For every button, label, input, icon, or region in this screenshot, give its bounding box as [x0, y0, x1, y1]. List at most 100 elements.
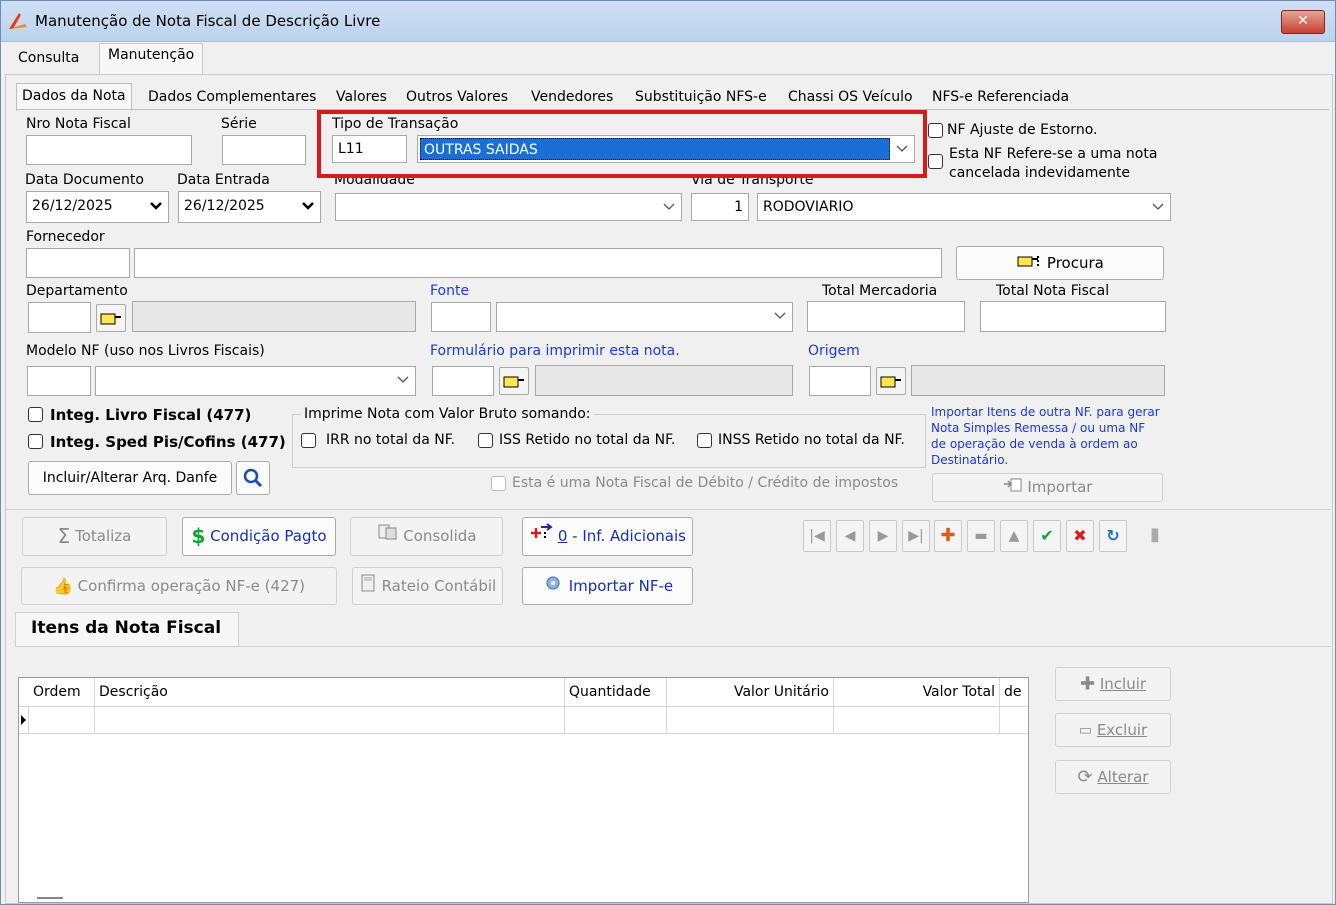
integ-livro-fiscal-checkbox[interactable] [28, 407, 43, 422]
serie-label: Série [221, 116, 257, 132]
nf-cancelada-checkbox[interactable] [928, 154, 943, 169]
fornecedor-code-input[interactable] [26, 248, 130, 278]
data-entrada-input[interactable]: 26/12/2025 [178, 191, 321, 223]
origem-lookup-button[interactable] [876, 367, 906, 395]
chevron-down-icon[interactable] [393, 370, 413, 390]
table-cell[interactable] [95, 707, 565, 734]
total-mercadoria-input[interactable] [807, 301, 965, 332]
col-ordem[interactable]: Ordem [29, 678, 95, 707]
close-button[interactable]: ✕ [1281, 10, 1325, 34]
importar-nfe-button[interactable]: Importar NF-e [522, 567, 693, 605]
condicao-pagto-button[interactable]: $ Condição Pagto [182, 517, 336, 556]
departamento-code-input[interactable] [28, 302, 91, 333]
via-transporte-code-input[interactable]: 1 [691, 193, 749, 221]
tab-nfse-referenciada[interactable]: NFS-e Referenciada [927, 85, 1074, 109]
title-bar: Manutenção de Nota Fiscal de Descrição L… [1, 1, 1335, 42]
main-window: Manutenção de Nota Fiscal de Descrição L… [0, 0, 1336, 905]
search-icon [243, 468, 263, 488]
fonte-code-input[interactable] [431, 302, 491, 332]
import-gear-icon [542, 569, 564, 605]
prior-record-button[interactable]: ◀ [836, 520, 864, 552]
incluir-item-button[interactable]: ✚ Incluir [1055, 667, 1171, 701]
formulario-code-input[interactable] [432, 366, 494, 396]
last-record-button[interactable]: ▶| [902, 520, 930, 552]
chevron-down-icon[interactable] [659, 197, 679, 217]
cancel-record-button[interactable]: ✖ [1066, 520, 1094, 552]
rateio-contabil-label: Rateio Contábil [381, 577, 497, 595]
itens-tab[interactable]: Itens da Nota Fiscal [15, 612, 239, 647]
via-transporte-select[interactable]: RODOVIARIO [757, 193, 1171, 221]
post-icon: ✔ [1040, 526, 1054, 545]
data-entrada-value: 26/12/2025 [184, 198, 265, 214]
last-icon: ▶| [908, 528, 924, 544]
rateio-contabil-button[interactable]: Rateio Contábil [352, 567, 503, 605]
tab-dados-da-nota[interactable]: Dados da Nota [16, 83, 132, 111]
calculator-icon [359, 569, 377, 605]
next-record-button[interactable]: ▶ [869, 520, 897, 552]
formulario-lookup-button[interactable] [499, 367, 529, 395]
nro-nota-input[interactable] [26, 135, 192, 165]
refresh-record-button[interactable]: ↻ [1099, 520, 1127, 552]
data-entrada-dropdown[interactable] [297, 193, 319, 217]
col-de[interactable]: de [1000, 678, 1028, 707]
table-cell[interactable] [667, 707, 834, 734]
irr-checkbox[interactable] [301, 433, 316, 448]
modelo-nf-code-input[interactable] [27, 366, 91, 396]
itens-grid[interactable]: Ordem Descrição Quantidade Valor Unitári… [18, 677, 1029, 903]
incluir-danfe-button[interactable]: Incluir/Alterar Arq. Danfe [28, 461, 232, 495]
tab-dados-complementares[interactable]: Dados Complementares [143, 85, 321, 109]
excluir-item-button[interactable]: ▭ Excluir [1055, 713, 1171, 747]
table-cell[interactable] [565, 707, 667, 734]
data-documento-dropdown[interactable] [145, 193, 167, 217]
table-cell[interactable] [1000, 707, 1028, 734]
fornecedor-name-input[interactable] [134, 248, 942, 278]
tab-vendedores[interactable]: Vendedores [526, 85, 618, 109]
plus-icon: ✚ [1079, 673, 1096, 695]
data-documento-input[interactable]: 26/12/2025 [26, 191, 169, 223]
tab-manutencao[interactable]: Manutenção [99, 43, 204, 74]
post-record-button[interactable]: ✔ [1033, 520, 1061, 552]
table-cell[interactable] [29, 707, 95, 734]
integ-sped-checkbox[interactable] [28, 434, 43, 449]
totaliza-button[interactable]: Σ Totaliza [22, 517, 167, 556]
insert-record-button[interactable]: ✚ [934, 520, 962, 552]
tab-outros-valores[interactable]: Outros Valores [401, 85, 513, 109]
importar-button[interactable]: Importar [932, 473, 1163, 502]
total-nota-fiscal-input[interactable] [980, 301, 1166, 332]
origem-code-input[interactable] [809, 366, 871, 396]
serie-input[interactable] [222, 135, 306, 165]
first-record-button[interactable]: |◀ [803, 520, 831, 552]
search-danfe-button[interactable] [236, 461, 270, 495]
col-quantidade[interactable]: Quantidade [565, 678, 667, 707]
departamento-lookup-button[interactable] [96, 304, 126, 332]
col-descricao[interactable]: Descrição [95, 678, 565, 707]
inss-label: INSS Retido no total da NF. [718, 432, 905, 448]
modelo-nf-select[interactable] [95, 366, 416, 396]
tab-consulta[interactable]: Consulta [10, 47, 87, 71]
inf-adicionais-button[interactable]: 0 - Inf. Adicionais [522, 517, 693, 556]
fonte-select[interactable] [496, 302, 793, 332]
chevron-down-icon[interactable] [1148, 197, 1168, 217]
panel-toggle-button[interactable]: ▮ [1141, 520, 1169, 552]
consolida-button[interactable]: Consolida [350, 517, 503, 556]
modalidade-select[interactable] [335, 193, 682, 221]
table-cell[interactable] [834, 707, 1000, 734]
dollar-icon: $ [191, 524, 206, 548]
col-valor-total[interactable]: Valor Total [834, 678, 1000, 707]
tab-chassi-os-veiculo[interactable]: Chassi OS Veículo [783, 85, 918, 109]
inss-checkbox[interactable] [697, 433, 712, 448]
chevron-down-icon[interactable] [770, 306, 790, 326]
tab-valores[interactable]: Valores [331, 85, 392, 109]
confirma-nfe-button[interactable]: 👍 Confirma operação NF-e (427) [21, 567, 337, 605]
nf-ajuste-estorno-checkbox[interactable] [928, 123, 943, 138]
col-valor-unitario[interactable]: Valor Unitário [667, 678, 834, 707]
panel-icon: ▮ [1150, 524, 1160, 545]
edit-record-button[interactable]: ▲ [1000, 520, 1028, 552]
horizontal-scrollbar[interactable] [37, 897, 63, 899]
tab-substituicao-nfse[interactable]: Substituição NFS-e [630, 85, 772, 109]
alterar-item-button[interactable]: ⟳ Alterar [1055, 760, 1171, 794]
procura-button[interactable]: Procura [956, 246, 1164, 280]
debito-credito-checkbox[interactable] [491, 476, 506, 491]
iss-checkbox[interactable] [478, 433, 493, 448]
delete-record-button[interactable]: ▬ [967, 520, 995, 552]
